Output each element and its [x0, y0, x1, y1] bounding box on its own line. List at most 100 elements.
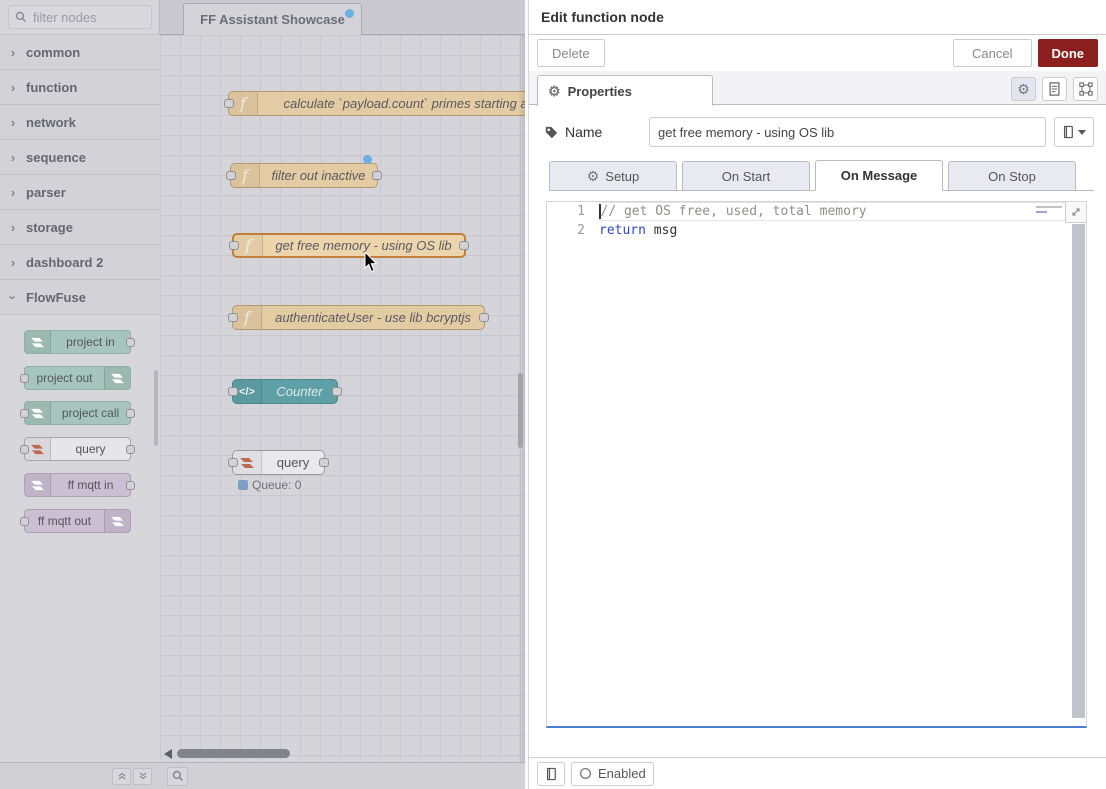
input-port[interactable]	[229, 241, 239, 250]
search-flows-button[interactable]	[167, 767, 188, 786]
palette-category-parser[interactable]: ›parser	[0, 175, 160, 210]
magnifier-icon	[172, 770, 184, 782]
chevron-right-icon: ›	[0, 80, 26, 95]
expand-all-button[interactable]	[133, 768, 152, 785]
output-port[interactable]	[332, 387, 342, 396]
tag-icon	[545, 126, 558, 139]
tray-tabrow: ⚙ Properties ⚙	[529, 71, 1106, 105]
palette-node-project-in[interactable]: project in	[24, 330, 131, 354]
edit-description-button[interactable]	[1042, 77, 1067, 101]
input-port[interactable]	[20, 409, 29, 418]
expand-editor-button[interactable]	[1065, 201, 1087, 223]
node-calculate-primes[interactable]: f calculate `payload.count` primes start…	[228, 91, 525, 116]
delete-button[interactable]: Delete	[537, 39, 605, 67]
palette-node-label: project call	[51, 402, 130, 424]
code-editor[interactable]: 1 // get OS free, used, total memory 2 r…	[546, 201, 1087, 728]
palette-category-dashboard2[interactable]: ›dashboard 2	[0, 245, 160, 280]
node-changed-dot	[363, 155, 372, 164]
library-button[interactable]	[1054, 117, 1094, 147]
code-line[interactable]: 1 // get OS free, used, total memory	[547, 202, 1086, 221]
output-port[interactable]	[319, 458, 329, 467]
cancel-button[interactable]: Cancel	[953, 39, 1031, 67]
code-line[interactable]: 2 return msg	[547, 221, 1086, 240]
library-export-button[interactable]	[537, 762, 565, 786]
palette-node-label: project in	[51, 331, 130, 353]
double-chevron-up-icon	[117, 771, 127, 781]
output-port[interactable]	[372, 171, 382, 180]
done-button[interactable]: Done	[1038, 39, 1099, 67]
output-port[interactable]	[126, 409, 135, 418]
node-filter-out-inactive[interactable]: f filter out inactive	[230, 163, 378, 188]
palette-flowfuse-section: project in project out project call quer…	[0, 315, 160, 762]
input-port[interactable]	[20, 517, 29, 526]
appearance-icon	[1079, 82, 1093, 96]
palette-node-label: ff mqtt in	[51, 474, 130, 496]
input-port[interactable]	[228, 313, 238, 322]
palette-category-sequence[interactable]: ›sequence	[0, 140, 160, 175]
output-port[interactable]	[126, 338, 135, 347]
flowfuse-icon	[25, 474, 51, 496]
book-icon	[545, 767, 557, 781]
edit-appearance-button[interactable]	[1073, 77, 1098, 101]
flow-tab-ff-assistant-showcase[interactable]: FF Assistant Showcase	[183, 3, 362, 35]
caret-down-icon	[1078, 130, 1086, 135]
double-chevron-down-icon	[138, 771, 148, 781]
output-port[interactable]	[479, 313, 489, 322]
input-port[interactable]	[226, 171, 236, 180]
flow-changed-dot	[345, 9, 354, 18]
palette-node-project-out[interactable]: project out	[24, 366, 131, 390]
input-port[interactable]	[228, 387, 238, 396]
enabled-toggle-button[interactable]: Enabled	[571, 762, 654, 786]
canvas-vertical-scrollbar[interactable]	[518, 373, 523, 448]
tab-properties[interactable]: ⚙ Properties	[537, 75, 713, 106]
palette-node-ff-mqtt-out[interactable]: ff mqtt out	[24, 509, 131, 533]
tab-on-stop[interactable]: On Stop	[948, 161, 1076, 190]
node-get-free-memory[interactable]: f get free memory - using OS lib	[232, 233, 466, 258]
chevron-right-icon: ›	[0, 255, 26, 270]
palette-category-function[interactable]: ›function	[0, 70, 160, 105]
input-port[interactable]	[20, 445, 29, 454]
palette-category-flowfuse[interactable]: ›FlowFuse	[0, 280, 160, 315]
node-name-input[interactable]	[649, 117, 1046, 147]
editor-minimap[interactable]	[1036, 206, 1066, 213]
flow-tab-label: FF Assistant Showcase	[200, 12, 345, 27]
palette-scrollbar[interactable]	[154, 370, 158, 446]
status-text: Queue: 0	[252, 478, 301, 492]
palette-category-common[interactable]: ›common	[0, 35, 160, 70]
palette-category-storage[interactable]: ›storage	[0, 210, 160, 245]
input-port[interactable]	[20, 374, 29, 383]
output-port[interactable]	[126, 445, 135, 454]
enabled-circle-icon	[579, 767, 592, 780]
flow-canvas[interactable]: f calculate `payload.count` primes start…	[160, 35, 525, 762]
scrollbar-thumb[interactable]	[177, 749, 290, 758]
edit-properties-button[interactable]: ⚙	[1011, 77, 1036, 101]
editor-scrollbar[interactable]	[1072, 224, 1085, 718]
filter-nodes-input[interactable]	[33, 10, 143, 25]
flow-tabbar: FF Assistant Showcase	[160, 0, 525, 35]
input-port[interactable]	[224, 99, 234, 108]
palette-node-ff-mqtt-in[interactable]: ff mqtt in	[24, 473, 131, 497]
tray-title: Edit function node	[529, 0, 1106, 35]
tab-setup[interactable]: ⚙Setup	[549, 161, 677, 190]
palette-node-query[interactable]: query	[24, 437, 131, 461]
node-label: filter out inactive	[260, 164, 377, 187]
scroll-left-arrow-icon	[164, 749, 172, 759]
palette-category-network[interactable]: ›network	[0, 105, 160, 140]
input-port[interactable]	[228, 458, 238, 467]
output-port[interactable]	[459, 241, 469, 250]
tab-on-start[interactable]: On Start	[682, 161, 810, 190]
palette-node-project-call[interactable]: project call	[24, 401, 131, 425]
collapse-all-button[interactable]	[112, 768, 131, 785]
tab-on-message[interactable]: On Message	[815, 160, 943, 191]
node-counter[interactable]: </> Counter	[232, 379, 338, 404]
gear-icon: ⚙	[548, 84, 561, 98]
search-icon	[15, 11, 27, 23]
category-label: parser	[26, 185, 66, 200]
chevron-right-icon: ›	[0, 220, 26, 235]
node-authenticate-user[interactable]: f authenticateUser - use lib bcryptjs	[232, 305, 485, 330]
flowfuse-icon	[25, 331, 51, 353]
category-label: sequence	[26, 150, 86, 165]
output-port[interactable]	[126, 481, 135, 490]
canvas-horizontal-scrollbar[interactable]	[160, 748, 525, 760]
node-query[interactable]: query	[232, 450, 325, 475]
